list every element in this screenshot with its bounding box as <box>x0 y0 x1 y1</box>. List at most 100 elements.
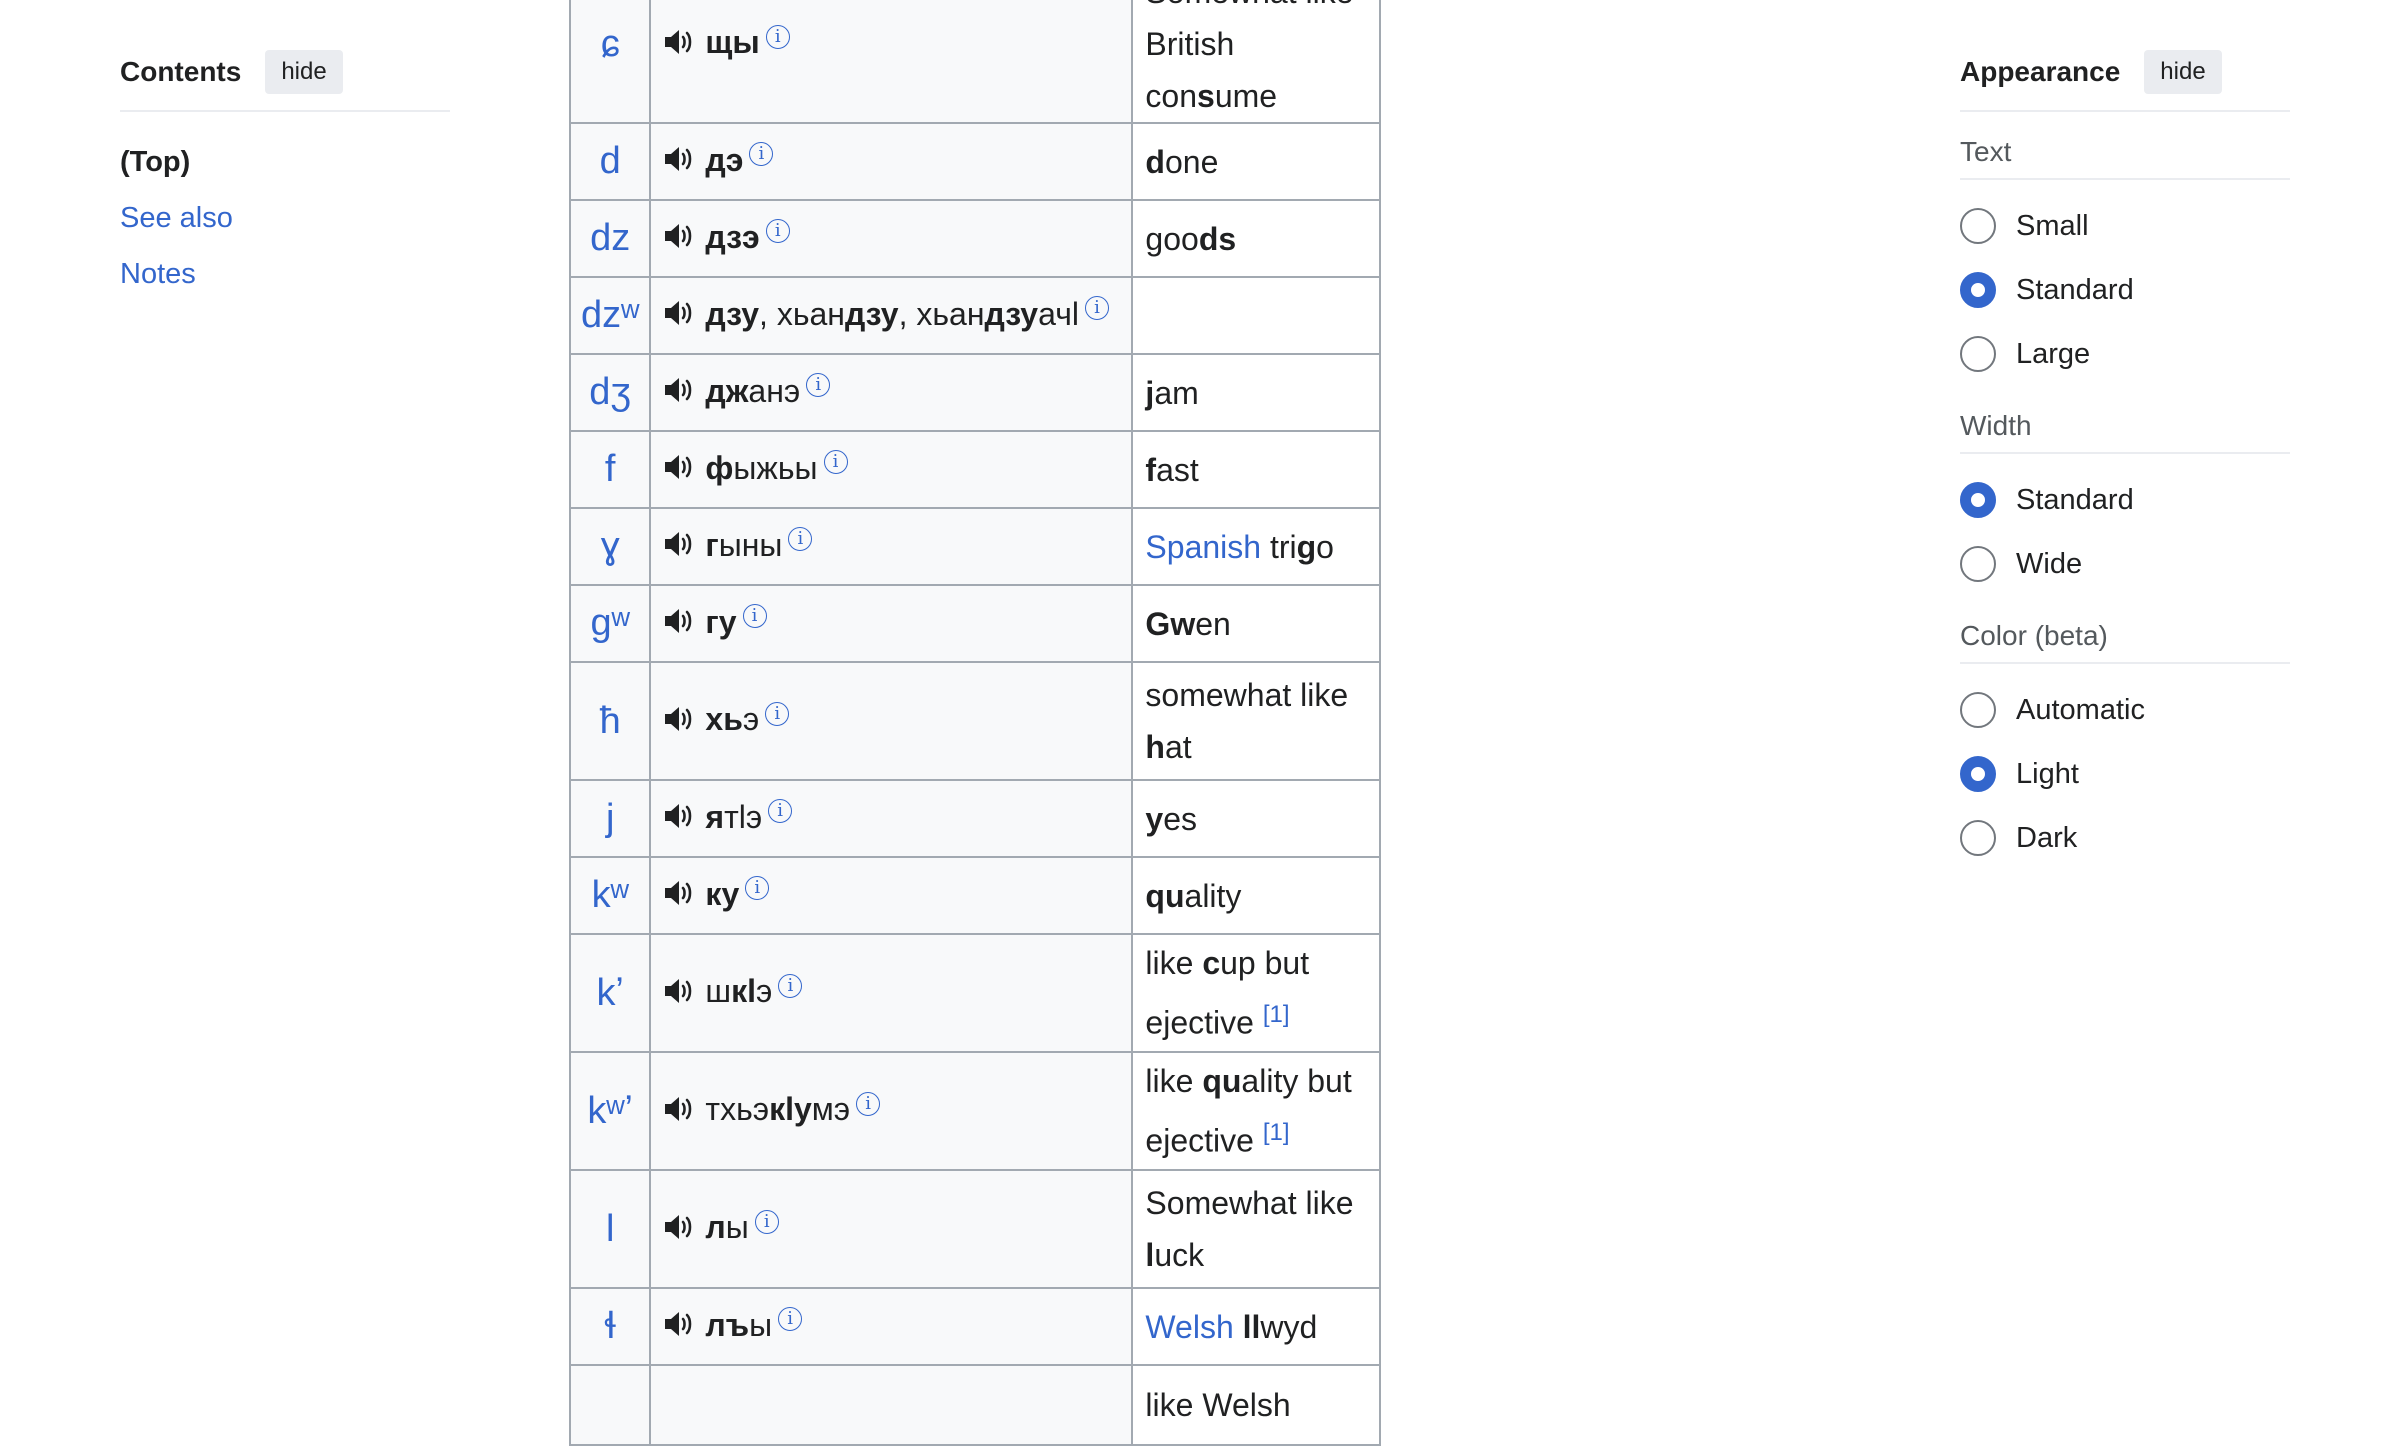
color-dark-option[interactable]: Dark <box>1960 806 2290 870</box>
speaker-icon[interactable] <box>663 704 697 741</box>
speaker-icon[interactable] <box>663 298 697 335</box>
speaker-icon[interactable] <box>663 1212 697 1249</box>
example-cell: шкӏэ i <box>649 933 1134 1053</box>
speaker-icon[interactable] <box>663 1094 697 1131</box>
bold-segment: qu <box>1202 1063 1242 1100</box>
example-word[interactable]: хьэ <box>705 701 759 737</box>
speaker-icon[interactable] <box>663 606 697 643</box>
ipa-symbol-link[interactable]: ɡʷ <box>591 602 630 644</box>
ipa-symbol-link[interactable]: ħ <box>600 700 621 742</box>
ipa-symbol-link[interactable]: f <box>605 448 616 490</box>
info-icon[interactable]: i <box>745 876 770 901</box>
speaker-icon[interactable] <box>663 801 697 838</box>
toc-item-top[interactable]: (Top) <box>120 146 190 178</box>
example-word[interactable]: дзэ <box>705 219 759 255</box>
toc-item-see-also[interactable]: See also <box>120 202 233 234</box>
ipa-symbol-link[interactable]: d <box>600 140 621 182</box>
ipa-symbol-link[interactable]: dʒ <box>589 371 631 413</box>
color-automatic-option[interactable]: Automatic <box>1960 678 2290 742</box>
text-size-label: Text <box>1960 136 2290 180</box>
speaker-icon[interactable] <box>663 375 697 412</box>
info-icon[interactable]: i <box>765 24 790 49</box>
ipa-symbol-link[interactable]: kʼ <box>596 972 623 1014</box>
info-icon[interactable]: i <box>1084 296 1109 321</box>
radio-button[interactable] <box>1960 692 1996 728</box>
radio-button[interactable] <box>1960 336 1996 372</box>
info-icon[interactable]: i <box>778 1307 803 1332</box>
ipa-symbol-link[interactable]: ɕ <box>601 23 620 65</box>
bold-segment: s <box>1197 78 1215 114</box>
radio-button[interactable] <box>1960 820 1996 856</box>
info-icon[interactable]: i <box>749 142 774 167</box>
ipa-symbol-cell: f <box>568 430 652 509</box>
info-icon[interactable]: i <box>754 1209 779 1234</box>
text-segment: like <box>1145 945 1203 982</box>
ipa-symbol-link[interactable]: l <box>606 1208 614 1250</box>
text-segment: like Welsh <box>1145 1387 1291 1423</box>
info-icon[interactable]: i <box>788 527 813 552</box>
width-standard-option[interactable]: Standard <box>1960 468 2290 532</box>
speaker-icon[interactable] <box>663 529 697 566</box>
ipa-symbol-link[interactable]: dz <box>590 217 630 259</box>
example-word[interactable]: ку <box>705 876 739 912</box>
speaker-icon[interactable] <box>663 1309 697 1346</box>
text-segment: ачӏ <box>1038 295 1079 332</box>
toc-hide-button[interactable]: hide <box>265 50 343 94</box>
radio-label: Dark <box>2016 821 2078 854</box>
ipa-symbol-link[interactable]: kʷʼ <box>587 1090 633 1132</box>
radio-button[interactable] <box>1960 208 1996 244</box>
example-word[interactable]: лъы <box>705 1307 772 1343</box>
info-icon[interactable]: i <box>778 973 803 998</box>
bold-segment: дзу <box>844 295 899 332</box>
ipa-symbol-link[interactable]: kʷ <box>592 874 629 916</box>
english-approximation-cell: Welsh llwyd <box>1131 1287 1382 1366</box>
ipa-symbol-link[interactable]: j <box>606 797 614 839</box>
ipa-symbol-link[interactable]: ɬ <box>604 1305 616 1347</box>
example-word[interactable]: щы <box>705 24 759 60</box>
example-word[interactable]: гыны <box>705 527 782 563</box>
speaker-icon[interactable] <box>663 144 697 181</box>
speaker-icon[interactable] <box>663 27 697 64</box>
info-icon[interactable]: i <box>765 701 790 726</box>
color-light-option[interactable]: Light <box>1960 742 2290 806</box>
reference-link[interactable]: [1] <box>1263 1119 1290 1146</box>
info-icon[interactable]: i <box>742 604 767 629</box>
example-word[interactable]: лы <box>705 1209 748 1245</box>
info-icon[interactable]: i <box>768 799 793 824</box>
example-word[interactable]: шкӏэ <box>705 973 772 1009</box>
example-word[interactable]: ятӏэ <box>705 799 762 835</box>
speaker-icon[interactable] <box>663 221 697 258</box>
ipa-symbol-link[interactable]: dzʷ <box>581 294 639 336</box>
text-size-large-option[interactable]: Large <box>1960 322 2290 386</box>
text-size-standard-option[interactable]: Standard <box>1960 258 2290 322</box>
example-word[interactable]: джанэ <box>705 373 800 409</box>
width-wide-option[interactable]: Wide <box>1960 532 2290 596</box>
radio-button[interactable] <box>1960 756 1996 792</box>
table-row: ɡʷ гу i Gwen <box>568 584 1382 663</box>
toc-item-notes[interactable]: Notes <box>120 258 196 290</box>
example-word[interactable]: фыжьы <box>705 450 817 486</box>
toc-panel: Contents hide (Top) See also Notes <box>120 50 450 302</box>
speaker-icon[interactable] <box>663 976 697 1013</box>
language-link[interactable]: Welsh <box>1145 1309 1233 1345</box>
english-approximation-cell: fast <box>1131 430 1382 509</box>
info-icon[interactable]: i <box>823 450 848 475</box>
language-link[interactable]: Spanish <box>1145 529 1261 565</box>
info-icon[interactable]: i <box>765 219 790 244</box>
radio-button[interactable] <box>1960 272 1996 308</box>
reference-link[interactable]: [1] <box>1263 1001 1290 1028</box>
radio-button[interactable] <box>1960 546 1996 582</box>
speaker-icon[interactable] <box>663 878 697 915</box>
example-word[interactable]: гу <box>705 604 736 640</box>
info-icon[interactable]: i <box>856 1091 881 1116</box>
example-word[interactable]: дэ <box>705 142 743 178</box>
speaker-icon[interactable] <box>663 452 697 489</box>
appearance-hide-button[interactable]: hide <box>2144 50 2222 94</box>
example-word[interactable]: дзу, хьандзу, хьандзуачӏ <box>705 296 1079 332</box>
info-icon[interactable]: i <box>806 373 831 398</box>
ipa-symbol-link[interactable]: ɣ <box>601 525 620 567</box>
bold-segment: l <box>1145 1237 1155 1273</box>
radio-button[interactable] <box>1960 482 1996 518</box>
example-word[interactable]: тхьэкӏумэ <box>705 1091 850 1127</box>
text-size-small-option[interactable]: Small <box>1960 194 2290 258</box>
